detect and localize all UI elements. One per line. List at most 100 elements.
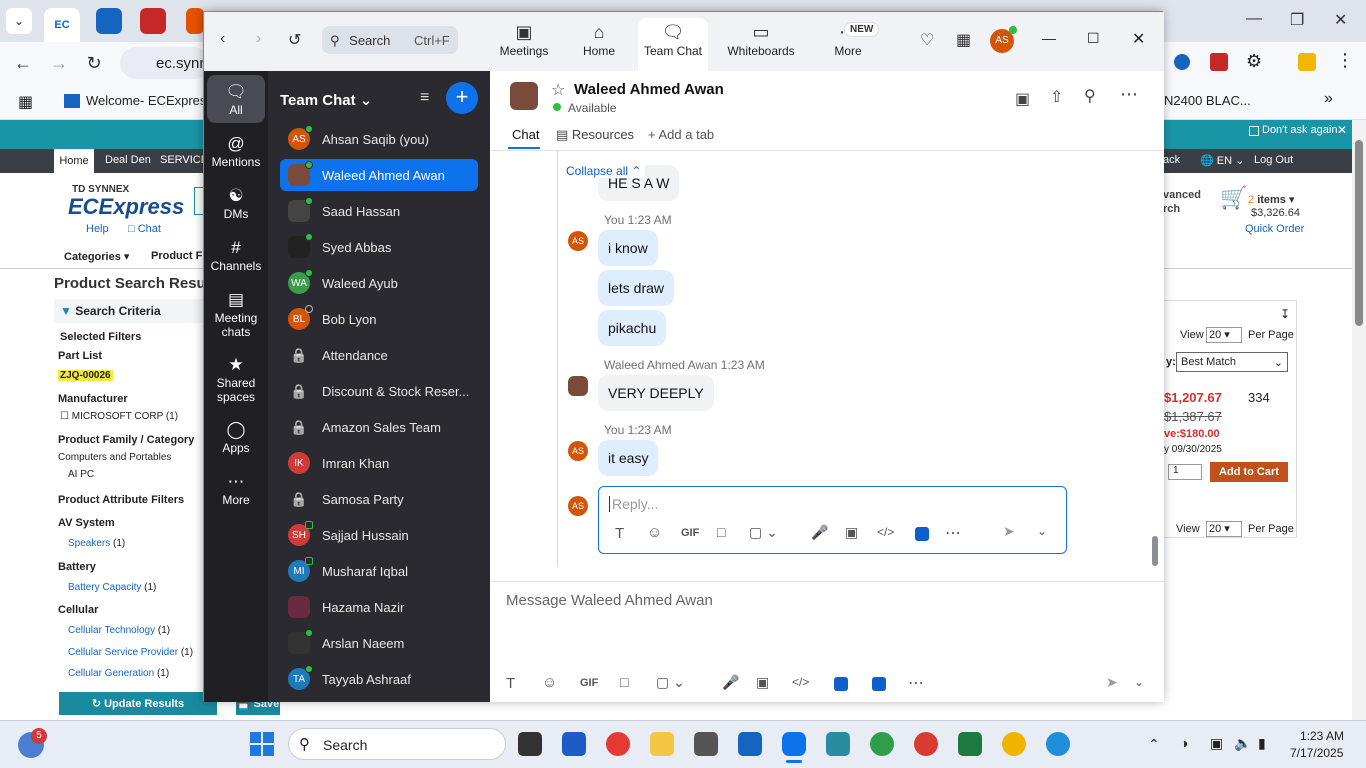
microphone-icon[interactable]: 🎤 [811,524,828,541]
part-tag[interactable]: ZJQ-00026 [58,370,113,381]
taskbar-search[interactable]: ⚲ Search [288,728,506,760]
chat-list-item[interactable]: AS Ahsan Saqib (you) [280,123,478,155]
add-tab[interactable]: + Add a tab [648,127,714,142]
search-criteria-header[interactable]: ▼ Search Criteria [54,299,204,323]
dont-ask-checkbox[interactable] [1249,126,1259,136]
minimize-browser-icon[interactable]: — [1246,10,1262,28]
rail-dms[interactable]: ☯ DMs [207,185,265,221]
nav-back[interactable]: ack [1163,154,1180,166]
apps-grid-icon[interactable]: ▦ [18,92,33,112]
zoom-back-icon[interactable]: ‹ [220,30,225,48]
bookmark-n2400[interactable]: N2400 BLAC... [1164,93,1251,108]
thread-scrollbar[interactable] [1152,536,1158,566]
explorer-icon[interactable] [650,732,674,756]
minimize-icon[interactable]: — [1042,30,1056,46]
add-to-cart-button[interactable]: Add to Cart [1210,462,1288,482]
chat-list-item[interactable]: Hazama Nazir [280,591,478,623]
rail-meeting-chats[interactable]: ▤ Meeting chats [207,289,265,339]
cell-provider-filter[interactable]: Cellular Service Provider (1) [68,647,193,658]
update-results-button[interactable]: ↻ Update Results [59,692,217,715]
chat-list-item[interactable]: TA Tayyab Ashraaf [280,663,478,695]
app-icon-main-1[interactable] [834,677,848,691]
chrome-profile-icon-3[interactable] [1002,732,1026,756]
edge-icon[interactable] [1046,732,1070,756]
calculator-icon[interactable] [694,732,718,756]
message-bubble[interactable]: i know [598,230,658,266]
code-icon[interactable]: </> [877,525,894,539]
logo-main[interactable]: ECExpress [68,194,184,220]
message-bubble[interactable]: pikachu [598,310,667,346]
video-call-icon[interactable]: ▣ [1015,89,1030,109]
collapse-all-link[interactable]: Collapse all ⌃ [562,164,646,178]
manufacturer-filter[interactable]: ☐ MICROSOFT CORP (1) [60,411,178,422]
subtab-chat[interactable]: Chat [512,127,539,142]
file-icon-main[interactable]: □ [620,674,628,690]
excel-icon[interactable] [958,732,982,756]
file-icon[interactable]: □ [717,524,725,540]
download-icon[interactable]: ↧ [1280,307,1290,321]
history-icon[interactable]: ↺ [288,30,301,50]
clock-date[interactable]: 7/17/2025 [1290,746,1343,760]
start-icon[interactable] [250,732,274,756]
notifications-icon[interactable]: ♡ [920,30,934,50]
clock-time[interactable]: 1:23 AM [1300,729,1344,743]
send-options-icon-main[interactable]: ⌄ [1134,675,1144,689]
menu-icon[interactable]: ⋮ [1336,50,1354,71]
favorite-star-icon[interactable]: ☆ [551,80,565,100]
speakers-filter[interactable]: Speakers (1) [68,538,125,549]
rail-more[interactable]: ⋯ More [207,471,265,507]
calendar-icon[interactable]: ▦ [956,30,971,50]
tab-3[interactable] [140,8,166,34]
tab-meetings[interactable]: ▣ Meetings [494,20,554,70]
rail-apps[interactable]: ◯ Apps [207,419,265,455]
emoji-icon[interactable]: ☺ [647,524,662,541]
volume-icon[interactable]: 🔈 [1234,735,1251,752]
nav-services[interactable]: SERVICE [160,154,208,166]
task-view-icon[interactable] [518,732,542,756]
tab-whiteboards[interactable]: ▭ Whiteboards [724,20,798,70]
network-icon[interactable]: ◑ [1180,735,1188,751]
product-finder[interactable]: Product Fi [151,250,205,262]
chat-list-item[interactable]: 🔒 Amazon Sales Team [280,411,478,443]
sender-avatar[interactable]: AS [568,441,588,461]
bookmarks-overflow-icon[interactable]: » [1324,90,1333,108]
chat-list-item[interactable]: 🔒 Attendance [280,339,478,371]
extension-icon-3[interactable] [1298,53,1316,71]
contact-name[interactable]: Waleed Ahmed Awan [574,81,724,98]
chrome-profile-icon-2[interactable] [914,732,938,756]
chat-list-item[interactable]: WA Waleed Ayub [280,267,478,299]
chat-link[interactable]: □ Chat [128,223,161,235]
chat-more-icon[interactable]: ⋯ [1120,84,1138,105]
tab-home[interactable]: ⌂ Home [579,20,619,70]
more-tools-icon-main[interactable]: ⋯ [908,673,924,693]
app-icon-main-2[interactable] [872,677,886,691]
chat-list-item[interactable]: BL Bob Lyon [280,303,478,335]
reply-input[interactable]: Reply... [609,496,658,512]
send-options-icon[interactable]: ⌄ [1037,524,1047,538]
per-page-select-bottom[interactable]: 20 ▾ [1206,521,1242,537]
chat-search-icon[interactable]: ⚲ [1084,86,1096,106]
qty-input[interactable]: 1 [1168,464,1202,480]
chat-list-item[interactable]: Saad Hassan [280,195,478,227]
chrome-icon[interactable] [606,732,630,756]
tab-2[interactable] [96,8,122,34]
reload-icon[interactable]: ↻ [83,52,105,74]
tab-4[interactable] [186,8,204,34]
store-icon[interactable] [562,732,586,756]
chat-list-item[interactable]: Syed Abbas [280,231,478,263]
message-bubble[interactable]: lets draw [598,270,675,306]
more-tools-icon[interactable]: ⋯ [945,523,961,543]
cell-tech-filter[interactable]: Cellular Technology (1) [68,625,170,636]
code-icon-main[interactable]: </> [792,675,809,689]
filter-icon[interactable]: ≡ [420,89,429,107]
contact-avatar[interactable] [510,82,538,110]
forward-icon[interactable]: → [48,52,70,74]
share-icon[interactable]: ⇧ [1050,87,1063,107]
family-item-1[interactable]: Computers and Portables [58,452,171,463]
puzzle-icon[interactable]: ⚙ [1246,51,1262,72]
send-icon[interactable]: ➤ [1003,523,1015,540]
chat-list-item[interactable]: 🔒 Discount & Stock Reser... [280,375,478,407]
close-banner-icon[interactable]: ✕ [1337,123,1347,137]
advanced-search-link[interactable]: vanced [1163,189,1201,201]
nav-logout[interactable]: Log Out [1254,154,1293,166]
